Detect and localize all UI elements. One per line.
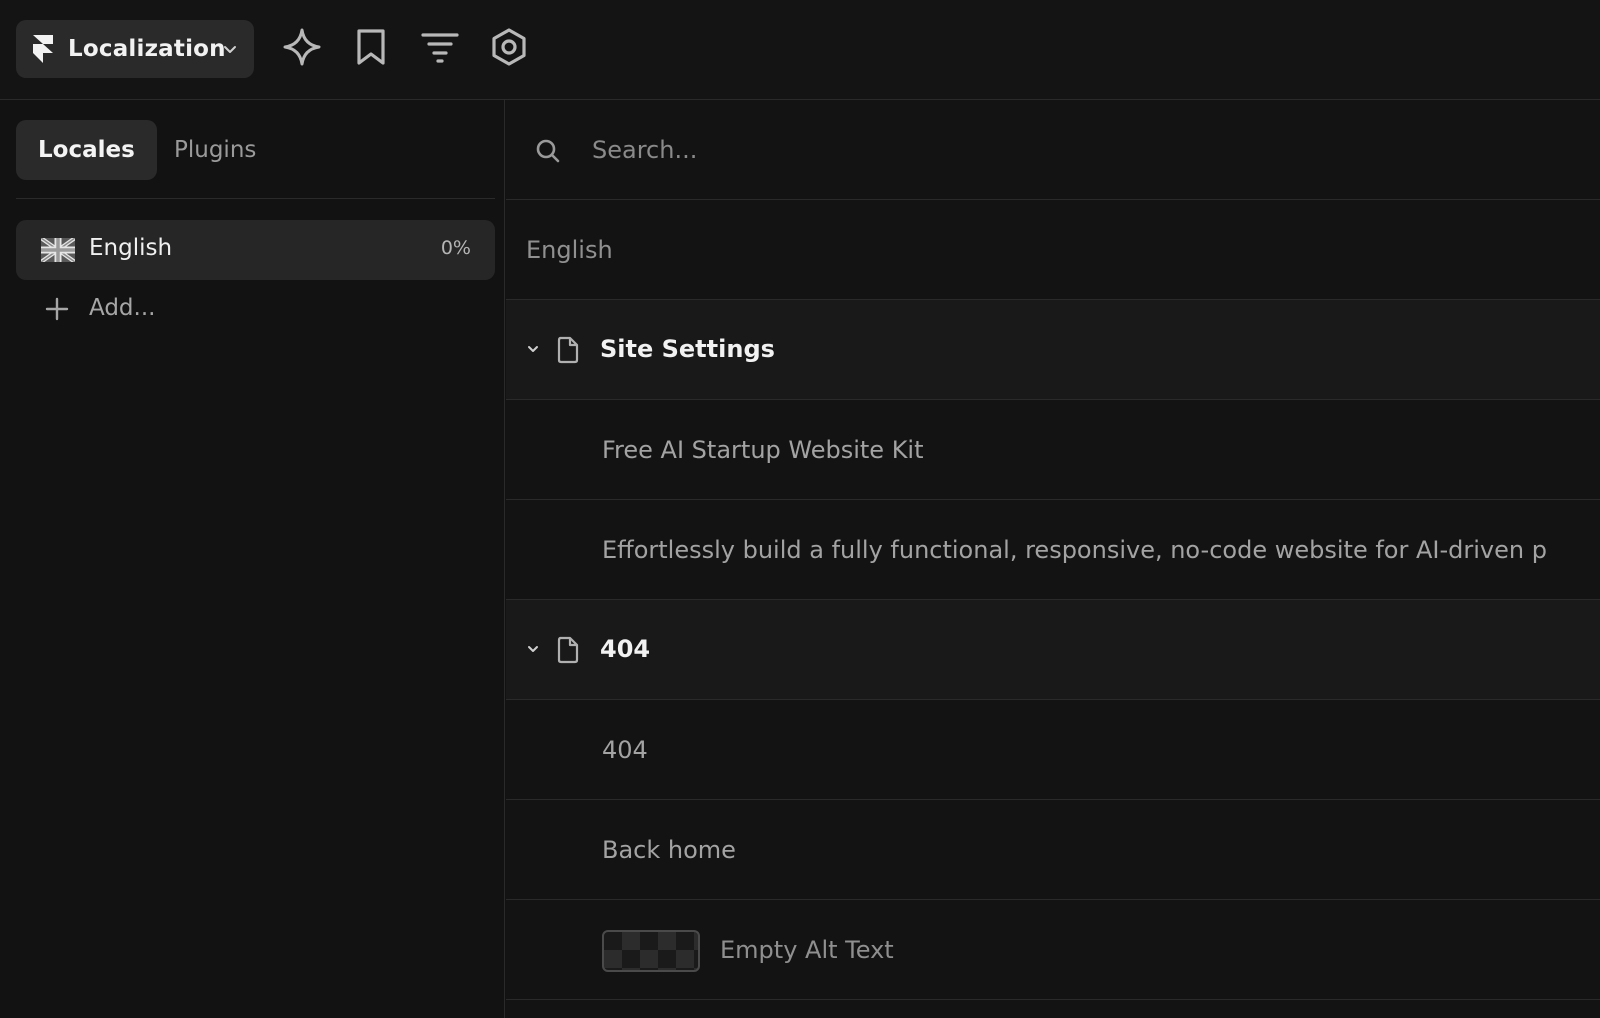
string-text: 404 <box>602 736 648 764</box>
section-title: 404 <box>600 635 651 663</box>
framer-logo-icon <box>32 34 54 64</box>
search-icon <box>534 137 562 165</box>
bookmark-icon <box>354 27 388 71</box>
string-row[interactable]: Free AI Startup Website Kit <box>506 400 1600 500</box>
locale-column-header: English <box>506 200 1600 300</box>
filter-icon <box>420 30 460 68</box>
section-row-404[interactable]: 404 <box>506 600 1600 700</box>
settings-button[interactable] <box>486 26 532 72</box>
locale-progress: 0% <box>440 237 471 259</box>
string-row[interactable]: Back home <box>506 800 1600 900</box>
tab-locales-label: Locales <box>38 137 135 163</box>
app-switcher-button[interactable]: Localization <box>16 20 254 78</box>
locale-item-english[interactable]: English 0% <box>16 220 495 280</box>
tab-locales[interactable]: Locales <box>16 120 157 180</box>
locale-header-label: English <box>526 236 613 264</box>
section-row-site-settings[interactable]: Site Settings <box>506 300 1600 400</box>
tab-plugins-label: Plugins <box>174 137 257 163</box>
sidebar: Locales Plugins English 0% Add... <box>0 100 505 1018</box>
settings-icon <box>489 27 529 71</box>
string-text: Effortlessly build a fully functional, r… <box>602 536 1547 564</box>
locale-name: English <box>89 235 173 261</box>
string-row[interactable]: Effortlessly build a fully functional, r… <box>506 500 1600 600</box>
image-row[interactable]: Empty Alt Text <box>506 900 1600 1000</box>
app-title: Localization <box>68 36 226 62</box>
add-locale-label: Add... <box>89 295 156 321</box>
chevron-down-icon[interactable] <box>524 340 542 358</box>
bookmark-button[interactable] <box>348 26 394 72</box>
page-icon <box>556 336 580 364</box>
add-locale-button[interactable]: Add... <box>16 286 495 332</box>
uk-flag-icon <box>39 236 77 264</box>
string-row[interactable]: 404 <box>506 700 1600 800</box>
sparkle-icon <box>282 27 322 71</box>
image-thumbnail <box>602 930 700 972</box>
tab-plugins[interactable]: Plugins <box>152 120 278 180</box>
search-bar <box>506 100 1600 200</box>
sidebar-divider <box>16 198 495 199</box>
string-text: Back home <box>602 836 736 864</box>
chevron-down-icon[interactable] <box>524 640 542 658</box>
section-title: Site Settings <box>600 335 775 363</box>
main-content: English Site Settings Free AI Startup We… <box>506 100 1600 1018</box>
chevron-down-icon <box>220 39 240 59</box>
top-toolbar: Localization <box>0 0 1600 100</box>
plus-icon <box>44 296 70 322</box>
page-icon <box>556 636 580 664</box>
filter-button[interactable] <box>417 26 463 72</box>
alt-text-label: Empty Alt Text <box>720 936 894 964</box>
string-text: Free AI Startup Website Kit <box>602 436 924 464</box>
ai-sparkle-button[interactable] <box>279 26 325 72</box>
search-input[interactable] <box>592 125 1492 175</box>
